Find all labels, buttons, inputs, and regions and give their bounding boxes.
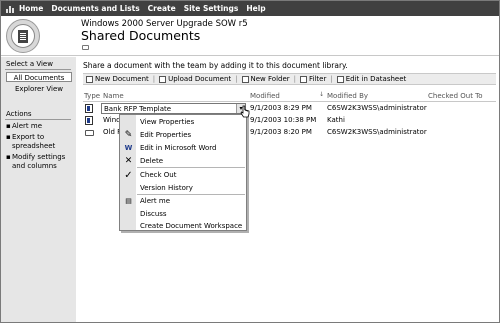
sort-arrow-icon: ↓ — [319, 91, 325, 98]
view-explorer-view[interactable]: Explorer View — [6, 84, 72, 94]
column-header-type[interactable]: Type — [84, 92, 100, 100]
page-title: Shared Documents — [81, 28, 201, 43]
view-all-documents[interactable]: All Documents — [6, 72, 72, 82]
divider — [5, 119, 71, 120]
action-alert-me[interactable]: ▪ Alert me — [6, 122, 76, 131]
nav-create-link[interactable]: Create — [148, 4, 176, 13]
item-context-menu: View Properties ✎ Edit Properties W Edit… — [119, 114, 247, 231]
document-library-icon — [18, 29, 28, 43]
word-icon: W — [124, 144, 133, 152]
menu-item-create-document-workspace[interactable]: Create Document Workspace — [120, 220, 246, 232]
name-cell-selected[interactable]: Bank RFP Template ▾ — [101, 103, 246, 114]
column-header-name[interactable]: Name — [103, 92, 124, 100]
menu-separator — [137, 167, 245, 168]
document-name-link[interactable]: Bank RFP Template — [104, 105, 171, 113]
edit-in-datasheet-button[interactable]: Edit in Datasheet — [336, 75, 406, 83]
nav-site-settings-link[interactable]: Site Settings — [184, 4, 239, 13]
select-view-heading: Select a View — [6, 60, 53, 68]
nav-documents-and-lists-link[interactable]: Documents and Lists — [51, 4, 139, 13]
library-toolbar: New Document | Upload Document | New Fol… — [83, 73, 496, 85]
filter-button[interactable]: Filter — [300, 75, 326, 83]
modified-cell: 9/1/2003 10:38 PM — [250, 116, 317, 124]
table-row[interactable]: Bank RFP Template ▾ 9/1/2003 8:29 PM C6S… — [83, 103, 496, 114]
menu-item-edit-in-word[interactable]: W Edit in Microsoft Word — [120, 142, 246, 154]
word-doc-icon — [85, 116, 93, 125]
delete-x-icon: ✕ — [124, 156, 133, 166]
document-name-link[interactable]: Wind — [103, 116, 121, 124]
edit-properties-icon: ✎ — [124, 130, 133, 140]
filter-icon — [300, 75, 308, 83]
menu-item-check-out[interactable]: ✓ Check Out — [120, 169, 246, 181]
column-header-checked-out-to[interactable]: Checked Out To — [428, 92, 483, 100]
nav-help-link[interactable]: Help — [246, 4, 265, 13]
column-header-modified[interactable]: Modified — [250, 92, 280, 100]
word-doc-icon — [85, 104, 93, 113]
actions-heading: Actions — [6, 110, 32, 118]
checkmark-icon: ✓ — [124, 170, 133, 181]
menu-item-view-properties[interactable]: View Properties — [120, 116, 246, 128]
top-navigation-bar: Home Documents and Lists Create Site Set… — [1, 1, 499, 16]
upload-icon — [159, 75, 167, 83]
modified-by-cell: C6SW2K3WSS\administrator — [327, 104, 427, 112]
sharepoint-grid-icon — [6, 5, 15, 13]
header-divider — [83, 101, 496, 102]
menu-item-version-history[interactable]: Version History — [120, 182, 246, 194]
divider — [5, 69, 71, 70]
new-folder-button[interactable]: New Folder — [241, 75, 290, 83]
left-navigation: Select a View All Documents Explorer Vie… — [1, 57, 76, 322]
nav-home-link[interactable]: Home — [19, 4, 43, 13]
datasheet-icon — [336, 75, 344, 83]
browser-frame: Home Documents and Lists Create Site Set… — [0, 0, 500, 323]
menu-item-edit-properties[interactable]: ✎ Edit Properties — [120, 129, 246, 141]
library-description: Share a document with the team by adding… — [83, 61, 348, 70]
new-document-button[interactable]: New Document — [86, 75, 149, 83]
up-folder-icon[interactable] — [82, 45, 89, 50]
modified-by-cell: Kathi — [327, 116, 345, 124]
hand-cursor-icon — [240, 105, 250, 118]
folder-icon — [85, 130, 94, 136]
alert-icon: ▤ — [125, 197, 132, 205]
site-logo — [6, 19, 40, 53]
upload-document-button[interactable]: Upload Document — [159, 75, 231, 83]
new-document-icon — [86, 75, 93, 83]
menu-item-discuss[interactable]: Discuss — [120, 208, 246, 220]
modified-by-cell: C6SW2K3WSS\administrator — [327, 128, 427, 136]
action-export-to-spreadsheet[interactable]: ▪ Export to spreadsheet — [6, 133, 76, 151]
menu-item-delete[interactable]: ✕ Delete — [120, 155, 246, 167]
modified-cell: 9/1/2003 8:20 PM — [250, 128, 312, 136]
new-folder-icon — [241, 75, 249, 83]
column-header-modified-by[interactable]: Modified By — [327, 92, 368, 100]
action-modify-settings[interactable]: ▪ Modify settings and columns — [6, 153, 76, 171]
modified-cell: 9/1/2003 8:29 PM — [250, 104, 312, 112]
menu-item-alert-me[interactable]: ▤ Alert me — [120, 195, 246, 207]
page-header: Windows 2000 Server Upgrade SOW r5 Share… — [1, 16, 499, 56]
